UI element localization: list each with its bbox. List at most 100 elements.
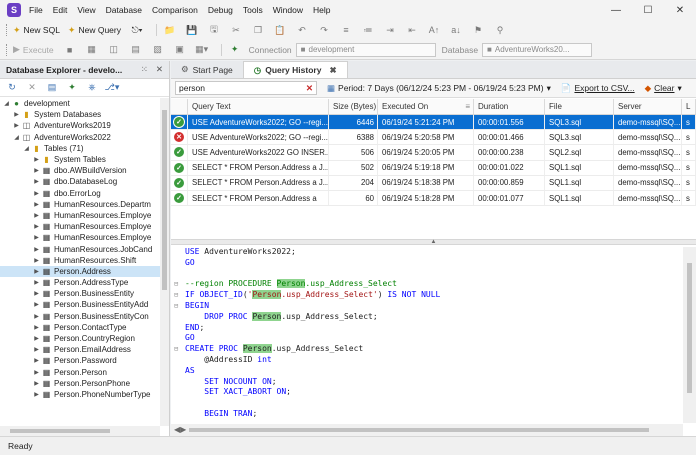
outdent-icon[interactable]: ⇤ bbox=[404, 23, 420, 37]
tree-node[interactable]: ▶ ▦ Person.BusinessEntityAdd bbox=[0, 299, 160, 310]
scrollbar-thumb[interactable] bbox=[10, 429, 110, 433]
execute-plan-icon[interactable]: ▦ bbox=[84, 43, 100, 57]
column-header-executed-on[interactable]: Executed On ≡ bbox=[378, 99, 474, 114]
tree-node[interactable]: ▶ ▦ Person.AddressType bbox=[0, 277, 160, 288]
tree-node[interactable]: ▶ ▦ Person.Person bbox=[0, 367, 160, 378]
tree-node[interactable]: ▶ ▦ Person.EmailAddress bbox=[0, 344, 160, 355]
export-csv-button[interactable]: 📄 Export to CSV... bbox=[561, 83, 635, 94]
tree-node[interactable]: ▶ ▦ Person.Password bbox=[0, 355, 160, 366]
chevron-right-icon[interactable]: ▶ bbox=[32, 346, 41, 353]
menu-window[interactable]: Window bbox=[273, 5, 303, 15]
code-vertical-scrollbar[interactable] bbox=[683, 247, 696, 423]
connect-icon[interactable]: ⎈ bbox=[84, 81, 100, 95]
table-row[interactable]: ✓ USE AdventureWorks2022 GO INSER... 506 06… bbox=[171, 145, 696, 161]
copy-icon[interactable]: ❐ bbox=[250, 23, 266, 37]
chevron-down-icon[interactable]: ◢ bbox=[12, 134, 21, 141]
close-window-icon[interactable]: ✕ bbox=[664, 0, 696, 20]
tree-node[interactable]: ▶ ▦ HumanResources.Shift bbox=[0, 255, 160, 266]
chevron-right-icon[interactable]: ▶ bbox=[32, 234, 41, 241]
tree-node[interactable]: ▶ ▦ Person.PersonPhone bbox=[0, 378, 160, 389]
period-dropdown[interactable]: ▦ Period: 7 Days (06/12/24 5:23 PM - 06/1… bbox=[327, 83, 551, 94]
menu-tools[interactable]: Tools bbox=[243, 5, 263, 15]
search-input[interactable]: person ✕ bbox=[175, 81, 317, 95]
chevron-right-icon[interactable]: ▶ bbox=[32, 279, 41, 286]
sql-code-preview[interactable]: USE AdventureWorks2022; GO ⊟ --region PROCE… bbox=[171, 247, 683, 423]
paste-icon[interactable]: 📋 bbox=[272, 23, 288, 37]
tree-node[interactable]: ▶ ▦ Person.BusinessEntity bbox=[0, 288, 160, 299]
toolbar-grip[interactable] bbox=[6, 24, 9, 36]
chevron-right-icon[interactable]: ▶ bbox=[32, 301, 41, 308]
chevron-right-icon[interactable]: ▶ bbox=[32, 268, 41, 275]
bookmark-icon[interactable]: ⚑ bbox=[470, 23, 486, 37]
tree-node[interactable]: ▶ ▦ Person.PhoneNumberType bbox=[0, 389, 160, 400]
chevron-right-icon[interactable]: ▶ bbox=[32, 167, 41, 174]
results-grid-icon[interactable]: ▤ bbox=[128, 43, 144, 57]
pin-icon[interactable]: ⁙ bbox=[141, 64, 148, 75]
options-icon[interactable]: ▦▾ bbox=[194, 43, 210, 57]
menu-database[interactable]: Database bbox=[106, 5, 142, 15]
chevron-right-icon[interactable]: ▶ bbox=[32, 178, 41, 185]
table-row[interactable]: ✓ SELECT * FROM Person.Address a J... 502 0… bbox=[171, 160, 696, 176]
tree-node[interactable]: ◢ ▮ Tables (71) bbox=[0, 143, 160, 154]
tree-node[interactable]: ▶ ▦ dbo.ErrorLog bbox=[0, 188, 160, 199]
tree-horizontal-scrollbar[interactable] bbox=[0, 426, 160, 436]
scrollbar-thumb[interactable] bbox=[687, 263, 692, 393]
format-icon[interactable]: ≡ bbox=[338, 23, 354, 37]
menu-file[interactable]: File bbox=[29, 5, 43, 15]
tree-node[interactable]: ▶ ▦ Person.BusinessEntityCon bbox=[0, 311, 160, 322]
undo-icon[interactable]: ↶ bbox=[294, 23, 310, 37]
column-header-file[interactable]: File bbox=[545, 99, 614, 114]
table-row[interactable]: ✓ SELECT * FROM Person.Address a J... 204 0… bbox=[171, 175, 696, 191]
tree-node[interactable]: ▶ ▦ HumanResources.Departm bbox=[0, 199, 160, 210]
chevron-right-icon[interactable]: ▶ bbox=[12, 111, 21, 118]
menu-edit[interactable]: Edit bbox=[53, 5, 68, 15]
tree-node[interactable]: ▶ ▦ Person.ContactType bbox=[0, 322, 160, 333]
table-row[interactable]: ✓ USE AdventureWorks2022; GO --regi... 644… bbox=[171, 115, 696, 131]
chevron-down-icon[interactable]: ◢ bbox=[2, 100, 11, 107]
tree-node[interactable]: ◢ ● development bbox=[0, 98, 160, 109]
chevron-right-icon[interactable]: ▶ bbox=[32, 324, 41, 331]
tab-query-history[interactable]: ◷ Query History ✖ bbox=[242, 61, 348, 78]
pane-splitter[interactable]: ▲ bbox=[171, 239, 696, 245]
tree-node[interactable]: ▶ ▮ System Tables bbox=[0, 154, 160, 165]
results-text-icon[interactable]: ▧ bbox=[150, 43, 166, 57]
fold-toggle-icon[interactable]: ⊟ bbox=[174, 344, 178, 355]
comment-icon[interactable]: ≔ bbox=[360, 23, 376, 37]
tree-node[interactable]: ▶ ▦ Person.CountryRegion bbox=[0, 333, 160, 344]
chevron-right-icon[interactable]: ▶ bbox=[32, 246, 41, 253]
query-profiler-icon[interactable]: ◫ bbox=[106, 43, 122, 57]
tree-node[interactable]: ▶ ▦ HumanResources.Employe bbox=[0, 232, 160, 243]
tree-node[interactable]: ▶ ▦ HumanResources.JobCand bbox=[0, 243, 160, 254]
split-handle-icon[interactable]: ◀▶ bbox=[174, 425, 186, 434]
column-header-size[interactable]: Size (Bytes) bbox=[329, 99, 378, 114]
tree-node[interactable]: ▶ ▦ HumanResources.Employe bbox=[0, 210, 160, 221]
chevron-right-icon[interactable]: ▶ bbox=[32, 212, 41, 219]
cut-icon[interactable]: ✂ bbox=[228, 23, 244, 37]
chevron-right-icon[interactable]: ▶ bbox=[32, 391, 41, 398]
chevron-right-icon[interactable]: ▶ bbox=[32, 335, 41, 342]
new-connection-icon[interactable]: ✦ bbox=[227, 43, 243, 57]
fold-toggle-icon[interactable]: ⊟ bbox=[174, 279, 178, 290]
code-horizontal-scrollbar[interactable]: ◀▶ bbox=[171, 424, 683, 436]
table-row[interactable]: ✓ SELECT * FROM Person.Address a 60 06/19/2… bbox=[171, 190, 696, 207]
menu-view[interactable]: View bbox=[77, 5, 95, 15]
tree-node[interactable]: ◢ ◫ AdventureWorks2022 bbox=[0, 132, 160, 143]
stop-icon[interactable]: ■ bbox=[62, 43, 78, 57]
refresh-icon[interactable]: ↻ bbox=[4, 81, 20, 95]
open-file-icon[interactable]: 📁 bbox=[162, 23, 178, 37]
new-connection-icon[interactable]: ✦ bbox=[64, 81, 80, 95]
chevron-right-icon[interactable]: ▶ bbox=[32, 201, 41, 208]
column-header-server[interactable]: Server bbox=[614, 99, 682, 114]
clear-button[interactable]: ◆ Clear ▾ bbox=[645, 83, 682, 94]
chevron-right-icon[interactable]: ▶ bbox=[32, 257, 41, 264]
chevron-right-icon[interactable]: ▶ bbox=[32, 380, 41, 387]
tree-node[interactable]: ▶ ◫ AdventureWorks2019 bbox=[0, 120, 160, 131]
menu-debug[interactable]: Debug bbox=[208, 5, 233, 15]
tree-node[interactable]: ▶ ▦ HumanResources.Employe bbox=[0, 221, 160, 232]
minimize-icon[interactable]: — bbox=[600, 0, 632, 20]
column-header-query-text[interactable]: Query Text bbox=[188, 99, 329, 114]
uppercase-icon[interactable]: A↑ bbox=[426, 23, 442, 37]
save-icon[interactable]: 💾 bbox=[184, 23, 200, 37]
menu-comparison[interactable]: Comparison bbox=[152, 5, 198, 15]
close-panel-icon[interactable]: ✕ bbox=[156, 64, 163, 75]
